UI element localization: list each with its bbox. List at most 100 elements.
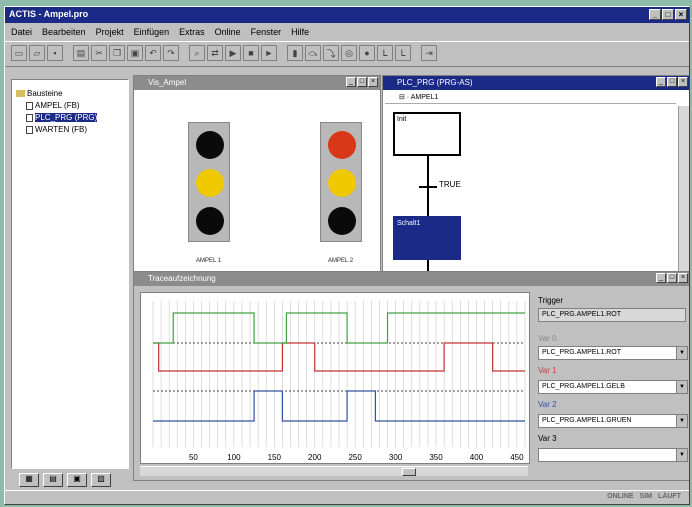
trace-window-title: Traceaufzeichnung [134, 272, 689, 286]
monitor-icon[interactable]: ⇥ [421, 45, 437, 61]
find-icon[interactable]: ⌕ [189, 45, 205, 61]
maximize-button[interactable]: □ [662, 9, 674, 20]
var1-select[interactable]: PLC_PRG.AMPEL1.GELB ▼ [538, 380, 688, 394]
logout-icon[interactable]: ■ [243, 45, 259, 61]
x-tick-label: 450 [510, 453, 524, 462]
pou-icon [26, 125, 33, 134]
minimize-button[interactable]: _ [649, 9, 661, 20]
chevron-down-icon: ▼ [676, 449, 687, 461]
chevron-down-icon: ▼ [676, 347, 687, 359]
menu-fenster[interactable]: Fenster [251, 27, 282, 37]
project-tree: Bausteine AMPEL (FB) PLC_PRG (PRG) WARTE… [11, 79, 129, 469]
close-button[interactable]: × [675, 9, 687, 20]
status-sim: SIM [639, 493, 653, 500]
menu-projekt[interactable]: Projekt [96, 27, 124, 37]
undo-icon[interactable]: ↶ [145, 45, 161, 61]
stop-icon[interactable]: ▮ [287, 45, 303, 61]
login-icon[interactable]: ▶ [225, 45, 241, 61]
step-in-icon[interactable]: ⤵ [323, 45, 339, 61]
title-bar: ACTIS - Ampel.pro _ □ × [5, 7, 689, 23]
pou-icon [26, 113, 33, 122]
tab-datatypes[interactable]: ▤ [43, 473, 63, 487]
menu-hilfe[interactable]: Hilfe [291, 27, 309, 37]
red-lamp-2 [328, 131, 356, 159]
tab-pous[interactable]: ▦ [19, 473, 39, 487]
open-icon[interactable]: ▱ [29, 45, 45, 61]
chevron-down-icon: ▼ [676, 381, 687, 393]
chevron-down-icon: ▼ [676, 415, 687, 427]
var0-label: Var 0 [538, 334, 557, 343]
force-icon[interactable]: ᒪ [377, 45, 393, 61]
yellow-lamp-2 [328, 169, 356, 197]
x-tick-label: 350 [429, 453, 443, 462]
new-icon[interactable]: ▭ [11, 45, 27, 61]
tree-item-warten[interactable]: WARTEN (FB) [12, 124, 128, 136]
x-tick-label: 300 [389, 453, 403, 462]
var3-label: Var 3 [538, 434, 557, 443]
menu-bearbeiten[interactable]: Bearbeiten [42, 27, 86, 37]
green-lamp-1 [196, 207, 224, 235]
sfc-close-button[interactable]: × [678, 77, 688, 87]
sfc-maximize-button[interactable]: □ [667, 77, 677, 87]
trigger-field[interactable]: PLC_PRG.AMPEL1.ROT [538, 308, 686, 322]
sfc-window: PLC_PRG (PRG-AS) _ □ × ⊟ · AMPEL1 Init T… [382, 75, 689, 275]
x-tick-label: 150 [268, 453, 282, 462]
step-over-icon[interactable]: ⤼ [305, 45, 321, 61]
app-title: ACTIS - Ampel.pro [9, 9, 89, 19]
menu-extras[interactable]: Extras [179, 27, 205, 37]
viz-minimize-button[interactable]: _ [346, 77, 356, 87]
trace-minimize-button[interactable]: _ [656, 273, 666, 283]
red-lamp-1 [196, 131, 224, 159]
tree-root-pous[interactable]: Bausteine [12, 88, 128, 100]
menu-datei[interactable]: Datei [11, 27, 32, 37]
viz-window: Vis_Ampel _ □ × AMPEL 1 AMPEL 2 [133, 75, 381, 275]
tab-resources[interactable]: ▧ [91, 473, 111, 487]
light-2-label: AMPEL 2 [328, 258, 354, 264]
redo-icon[interactable]: ↷ [163, 45, 179, 61]
menu-einfuegen[interactable]: Einfügen [134, 27, 170, 37]
sfc-path: ⊟ · AMPEL1 [385, 92, 676, 104]
trace-window: Traceaufzeichnung _ □ × 50 100 150 200 250 30… [133, 271, 689, 481]
tree-item-ampel[interactable]: AMPEL (FB) [12, 100, 128, 112]
trace-hscrollbar[interactable] [140, 466, 528, 476]
tree-item-plc-prg[interactable]: PLC_PRG (PRG) [12, 112, 128, 124]
var1-label: Var 1 [538, 366, 557, 375]
print-icon[interactable]: ▤ [73, 45, 89, 61]
copy-icon[interactable]: ❐ [109, 45, 125, 61]
viz-maximize-button[interactable]: □ [357, 77, 367, 87]
var0-select[interactable]: PLC_PRG.AMPEL1.ROT ▼ [538, 346, 688, 360]
trace-maximize-button[interactable]: □ [667, 273, 677, 283]
traffic-light-2 [320, 122, 362, 242]
viz-close-button[interactable]: × [368, 77, 378, 87]
light-1-label: AMPEL 1 [196, 258, 222, 264]
cut-icon[interactable]: ✂ [91, 45, 107, 61]
save-icon[interactable]: ▪ [47, 45, 63, 61]
tab-visualizations[interactable]: ▣ [67, 473, 87, 487]
var3-select[interactable]: ▼ [538, 448, 688, 462]
menu-online[interactable]: Online [215, 27, 241, 37]
trace-scroll-thumb[interactable] [402, 468, 416, 476]
trace-close-button[interactable]: × [678, 273, 688, 283]
status-running: LÄUFT [658, 493, 681, 500]
app-window: ACTIS - Ampel.pro _ □ × Datei Bearbeiten… [4, 6, 690, 505]
watch-icon[interactable]: ◎ [341, 45, 357, 61]
x-tick-label: 400 [470, 453, 484, 462]
replace-icon[interactable]: ⇄ [207, 45, 223, 61]
folder-icon [16, 90, 25, 98]
sfc-init-step[interactable]: Init [393, 112, 461, 156]
menu-bar: Datei Bearbeiten Projekt Einfügen Extras… [5, 24, 689, 40]
trace-chart: 50 100 150 200 250 300 350 400 450 [140, 292, 530, 464]
var2-select[interactable]: PLC_PRG.AMPEL1.GRUEN ▼ [538, 414, 688, 428]
paste-icon[interactable]: ▣ [127, 45, 143, 61]
sfc-active-step[interactable]: Schalt1 [393, 216, 461, 260]
run-icon[interactable]: ► [261, 45, 277, 61]
write-icon[interactable]: ᒪ [395, 45, 411, 61]
yellow-lamp-1 [196, 169, 224, 197]
traffic-light-1 [188, 122, 230, 242]
sfc-minimize-button[interactable]: _ [656, 77, 666, 87]
sfc-vscrollbar[interactable] [678, 106, 689, 274]
viz-window-title: Vis_Ampel [134, 76, 380, 90]
sfc-transition[interactable]: TRUE [439, 180, 461, 189]
breakpoint-icon[interactable]: ● [359, 45, 375, 61]
status-online: ONLINE [607, 493, 634, 500]
